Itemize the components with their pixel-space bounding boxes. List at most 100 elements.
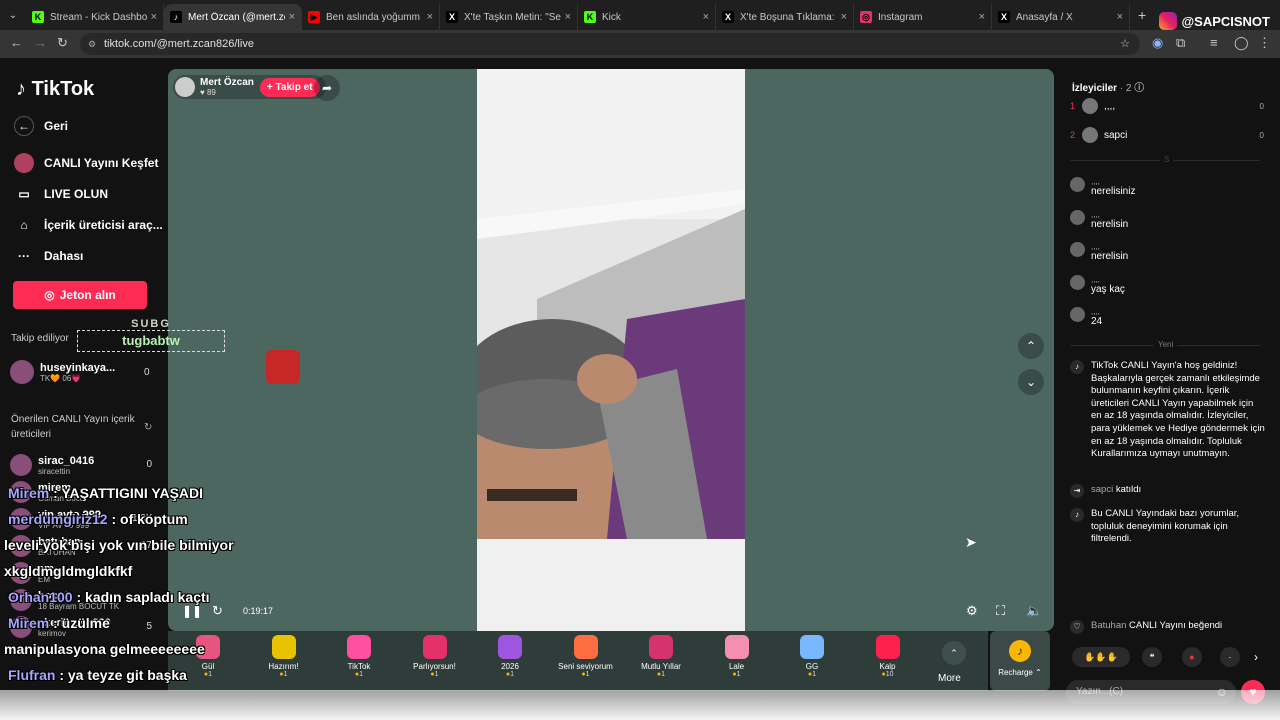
avatar: [1070, 307, 1085, 322]
profile-icon[interactable]: ◯: [1234, 35, 1249, 51]
gift-item[interactable]: Mutlu Yıllar ●1: [626, 635, 696, 678]
refresh-stream-icon[interactable]: ↻: [212, 603, 223, 619]
quick-reaction-icon[interactable]: ❝: [1142, 647, 1162, 667]
next-stream-icon[interactable]: ⌄: [1018, 369, 1044, 395]
stream-time: 0:19:17: [243, 606, 274, 616]
gift-item[interactable]: Seni seviyorum ●1: [551, 635, 621, 678]
browser-tab[interactable]: K Kick ×: [578, 4, 716, 30]
instagram-handle: @SAPCISNOT: [1181, 13, 1270, 29]
gift-item[interactable]: 2026 ●1: [475, 635, 545, 678]
gifts-more-button[interactable]: More: [938, 673, 961, 684]
subbg-name: tugbabtw: [77, 330, 225, 352]
site-info-icon[interactable]: ⚙: [88, 33, 96, 55]
pause-icon[interactable]: ❚❚: [182, 604, 202, 618]
nav-explore-live[interactable]: CANLI Yayını Keşfet: [14, 153, 158, 173]
gift-icon: [724, 635, 749, 659]
back-arrow-icon[interactable]: ←: [10, 35, 23, 50]
host-name: Mert Özcan: [200, 77, 254, 88]
chat-comment[interactable]: ,,,, nerelisiniz: [1070, 177, 1260, 203]
url-bar[interactable]: ⚙ tiktok.com/@mert.zcan826/live ☆: [80, 33, 1140, 55]
browser-tab[interactable]: X Anasayfa / X ×: [992, 4, 1130, 30]
follow-button[interactable]: + Takip et: [259, 77, 320, 97]
viewer-row[interactable]: 1,,,, 0: [1070, 98, 1264, 114]
share-icon[interactable]: ➦: [314, 75, 340, 101]
get-coins-button[interactable]: ◎ Jeton alın: [13, 281, 147, 309]
gift-item[interactable]: Lale ●1: [702, 635, 772, 678]
snow-overlay: [0, 690, 1280, 720]
chat-comment[interactable]: ,,,, nerelisin: [1070, 209, 1260, 236]
nav-more[interactable]: ··· Dahası: [14, 246, 83, 266]
close-tab-icon[interactable]: ×: [427, 11, 433, 23]
browser-tab[interactable]: XX'te Taşkın Metin: "Sevgili×: [440, 4, 578, 30]
tab-favicon-icon: ♪: [170, 11, 182, 23]
gift-item[interactable]: GG ●1: [777, 635, 847, 678]
host-avatar: [175, 77, 195, 97]
gift-item[interactable]: Kalp ●10: [853, 635, 923, 678]
new-tab-icon[interactable]: +: [1138, 7, 1146, 23]
host-card[interactable]: Mert Özcan ♥ 89 + Takip et: [173, 75, 326, 99]
close-tab-icon[interactable]: ×: [1117, 11, 1123, 23]
quick-reaction-icon[interactable]: ·: [1220, 647, 1240, 667]
gift-icon: [271, 635, 296, 659]
browser-tab[interactable]: ▶Ben aslında yoğumm ben×: [302, 4, 440, 30]
quick-reaction-hands-icon[interactable]: ✋✋✋: [1072, 647, 1130, 667]
suggested-label: Önerilen CANLI Yayın içerik üreticileri: [11, 414, 135, 440]
menu-icon[interactable]: ⋮: [1258, 35, 1271, 51]
gift-item[interactable]: Parlıyorsun! ●1: [400, 635, 470, 678]
tiktok-logo[interactable]: ♪ TikTok: [16, 78, 94, 101]
close-tab-icon[interactable]: ×: [565, 11, 571, 23]
nav-go-live[interactable]: ▭ LIVE OLUN: [14, 184, 108, 204]
fullscreen-icon[interactable]: ⛶: [996, 603, 1005, 619]
viewer-count: 5: [146, 621, 152, 632]
browser-tab[interactable]: ◎ Instagram ×: [854, 4, 992, 30]
suggested-user[interactable]: sirac_0416 siracettin: [10, 454, 94, 476]
settings-gear-icon[interactable]: ⚙: [966, 603, 978, 619]
close-tab-icon[interactable]: ×: [289, 11, 295, 23]
reload-icon[interactable]: ↻: [57, 35, 68, 51]
browser-tab[interactable]: ♪ Mert Özcan (@mert.zc ×: [164, 4, 302, 30]
host-likes: 89: [206, 88, 216, 97]
close-tab-icon[interactable]: ×: [841, 11, 847, 23]
recharge-button[interactable]: ♪ Recharge ⌃: [990, 631, 1050, 691]
cast-icon[interactable]: ◉: [1152, 35, 1163, 51]
quick-reaction-rose-icon[interactable]: ●: [1182, 647, 1202, 667]
following-user[interactable]: huseyinkaya... TK🧡 06💗: [10, 360, 115, 384]
browser-tab[interactable]: XX'te Boşuna Tıklama: "Ork×: [716, 4, 854, 30]
media-icon[interactable]: ≡: [1210, 35, 1218, 50]
chat-divider-label: S: [1160, 155, 1174, 164]
viewer-count: 0: [144, 367, 150, 378]
live-video[interactable]: [477, 69, 745, 631]
close-tab-icon[interactable]: ×: [979, 11, 985, 23]
join-message: ⇥ sapci katıldı: [1070, 484, 1266, 498]
close-tab-icon[interactable]: ×: [151, 11, 157, 23]
chat-comment[interactable]: ,,,, yaş kaç: [1070, 274, 1260, 301]
refresh-icon[interactable]: ↻: [144, 422, 152, 433]
welcome-message: ♪ TikTok CANLI Yayın'a hoş geldiniz! Başk…: [1070, 360, 1266, 474]
filter-message: ♪ Bu CANLI Yayındaki bazı yorumlar, toplu…: [1070, 508, 1266, 548]
nav-back[interactable]: ← Geri: [14, 116, 68, 136]
address-toolbar: ← → ↻ ⚙ tiktok.com/@mert.zcan826/live ☆ …: [0, 30, 1280, 58]
chat-comment[interactable]: ,,,, 24: [1070, 307, 1260, 333]
forward-arrow-icon[interactable]: →: [34, 35, 47, 50]
nav-creator-tools[interactable]: ⌂ İçerik üreticisi araç...: [14, 215, 162, 235]
chat-comment[interactable]: ,,,, nerelisin: [1070, 242, 1260, 268]
prev-stream-icon[interactable]: ⌃: [1018, 333, 1044, 359]
viewer-row[interactable]: 2 sapci 0: [1070, 127, 1264, 143]
browser-tab[interactable]: KStream - Kick Dashboard×: [26, 4, 164, 30]
gift-icon: [422, 635, 447, 659]
viewer-count: 0: [146, 459, 152, 470]
reactions-next-icon[interactable]: ›: [1254, 650, 1258, 664]
gifts-expand-icon[interactable]: ⌃: [942, 641, 966, 665]
tiktok-note-icon: ♪: [16, 78, 32, 100]
extensions-icon[interactable]: ⧉: [1176, 35, 1185, 51]
close-tab-icon[interactable]: ×: [703, 11, 709, 23]
viewers-header[interactable]: İzleyiciler · 2 ⓘ: [1072, 79, 1144, 94]
avatar: [1070, 242, 1085, 257]
subbg-overlay: SUBG tugbabtw: [77, 318, 225, 354]
tab-favicon-icon: K: [32, 11, 44, 23]
volume-icon[interactable]: 🔈: [1026, 603, 1042, 619]
gift-item[interactable]: Hazırım! ●1: [249, 635, 319, 678]
gift-item[interactable]: TikTok ●1: [324, 635, 394, 678]
tab-search-icon[interactable]: ⌄: [0, 10, 26, 21]
bookmark-star-icon[interactable]: ☆: [1120, 33, 1130, 55]
